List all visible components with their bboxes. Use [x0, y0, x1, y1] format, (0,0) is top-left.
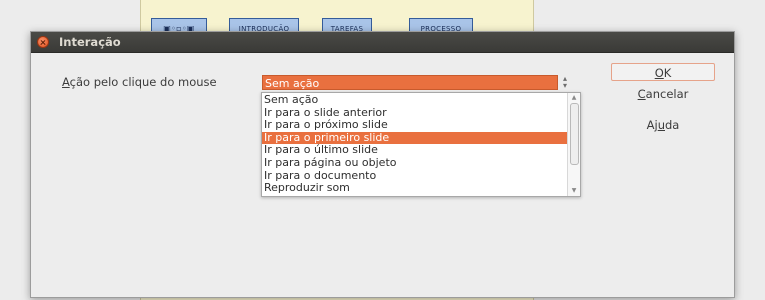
scroll-up-icon[interactable]: ▲ [568, 93, 580, 103]
action-on-click-label: Ação pelo clique do mouse [62, 75, 217, 89]
cancel-mnemonic: C [637, 87, 646, 101]
dropdown-option[interactable]: Reproduzir som [262, 182, 567, 195]
action-dropdown-list[interactable]: Sem ação Ir para o slide anterior Ir para … [261, 92, 581, 197]
action-label-text: ção pelo clique do mouse [69, 75, 217, 89]
dropdown-option[interactable]: Ir para página ou objeto [262, 156, 567, 170]
spin-down-icon[interactable]: ▾ [560, 82, 570, 90]
action-label-mnemonic: A [62, 75, 70, 89]
ok-label-rest: K [663, 66, 672, 80]
combobox-spin-buttons[interactable]: ▴ ▾ [560, 75, 570, 90]
dialog-title: Interação [59, 35, 121, 49]
interaction-dialog: Interação Ação pelo clique do mouse Sem … [30, 31, 735, 298]
list-scrollbar[interactable]: ▲ ▼ [567, 93, 580, 196]
dialog-titlebar: Interação [31, 32, 734, 53]
cancel-button[interactable]: Cancelar [611, 85, 715, 103]
ok-button[interactable]: OK [611, 63, 715, 81]
action-combobox-value[interactable]: Sem ação [262, 75, 558, 90]
help-button[interactable]: Ajuda [611, 116, 715, 134]
dropdown-option[interactable]: Sem ação [262, 93, 567, 107]
help-label-rest: da [665, 118, 680, 132]
scroll-down-icon[interactable]: ▼ [568, 186, 580, 196]
ok-mnemonic: O [654, 66, 664, 80]
dropdown-option[interactable]: Ir para o próximo slide [262, 119, 567, 132]
close-icon[interactable] [37, 36, 49, 48]
help-label-before: Aj [646, 118, 658, 132]
dropdown-items: Sem ação Ir para o slide anterior Ir para … [262, 93, 567, 195]
scroll-thumb[interactable] [570, 103, 579, 165]
help-mnemonic: u [657, 118, 665, 132]
action-combobox[interactable]: Sem ação ▴ ▾ [262, 75, 588, 91]
cancel-label-rest: ancelar [645, 87, 689, 101]
